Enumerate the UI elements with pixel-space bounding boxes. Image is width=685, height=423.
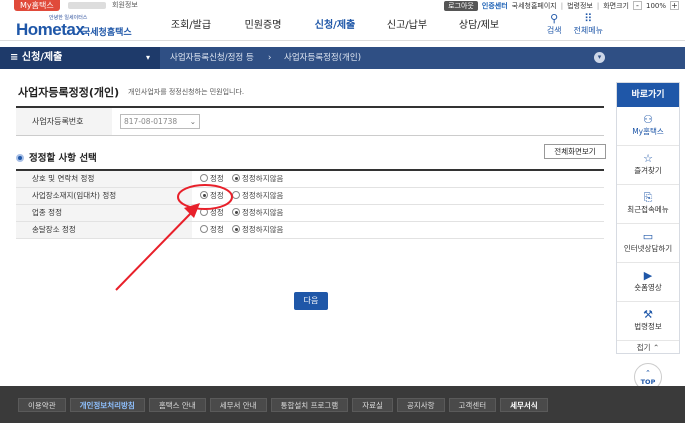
quick-my-hometax[interactable]: ⚇ My홈택스 (617, 107, 679, 146)
quick-shorts[interactable]: ▶ 숏폼영상 (617, 263, 679, 302)
radio-location-correct[interactable]: 정정 (200, 191, 224, 201)
footer-taxoffice-guide[interactable]: 세무서 안내 (209, 398, 267, 412)
radio-location-no-correct[interactable]: 정정하지않음 (232, 191, 283, 201)
footer-install[interactable]: 통합설치 프로그램 (270, 398, 349, 412)
header: 안녕한 일세이터스 Hometax 국세청홈택스 조회/발급 민원증명 신청/제… (0, 11, 685, 41)
main-content: 사업자등록정정(개인) 개인사업자를 정정신청하는 민원입니다. 사업자등록번호… (16, 80, 606, 380)
footer-privacy[interactable]: 개인정보처리방침 (69, 398, 145, 412)
nav-certificate[interactable]: 민원증명 (227, 11, 299, 41)
quick-menu-title: 바로가기 (617, 83, 679, 107)
full-screen-button[interactable]: 전체화면보기 (544, 144, 606, 159)
location-current[interactable]: ≡ 신청/제출 ▾ (0, 47, 160, 69)
logout-button[interactable]: 로그아웃 (444, 0, 478, 11)
logo-korean: 국세청홈택스 (82, 28, 132, 38)
radio-name-no-correct[interactable]: 정정하지않음 (232, 174, 283, 184)
zoom-in-button[interactable]: + (670, 1, 679, 10)
hometax-logo[interactable]: 안녕한 일세이터스 Hometax 국세청홈택스 (16, 14, 136, 39)
page-description: 개인사업자를 정정신청하는 민원입니다. (128, 88, 245, 96)
radio-industry-no-correct[interactable]: 정정하지않음 (232, 208, 283, 218)
cert-center-link[interactable]: 인증센터 (482, 1, 508, 11)
utility-bar: My홈택스 회원정보 로그아웃 인증센터 국세청홈페이지 | 법령정보 | 화면… (0, 0, 685, 11)
nav-application[interactable]: 신청/제출 (299, 11, 371, 41)
quick-menu: 바로가기 ⚇ My홈택스 ☆ 즐겨찾기 ⎘ 최근접속메뉴 ▭ 인터넷상담하기 ▶… (616, 82, 680, 354)
logo-text: Hometax (16, 20, 85, 39)
quick-consult[interactable]: ▭ 인터넷상담하기 (617, 224, 679, 263)
zoom-label: 화면크기 (603, 1, 629, 10)
radio-delivery-correct[interactable]: 정정 (200, 225, 224, 235)
footer-customer-center[interactable]: 고객센터 (448, 398, 497, 412)
gavel-icon: ⚒ (643, 308, 653, 321)
my-hometax-badge[interactable]: My홈택스 (14, 0, 60, 11)
radio-delivery-no-correct[interactable]: 정정하지않음 (232, 225, 283, 235)
all-menu-button[interactable]: ⠿ 전체메뉴 (574, 13, 603, 36)
footer: 이용약관 개인정보처리방침 홈택스 안내 세무서 안내 통합설치 프로그램 자료… (0, 386, 685, 423)
page-title: 사업자등록정정(개인) (18, 86, 120, 99)
option-row-delivery: 송달장소 정정 정정 정정하지않음 (16, 222, 604, 239)
menu-icon: ≡ (10, 52, 19, 63)
next-button[interactable]: 다음 (294, 292, 328, 310)
option-row-name: 상호 및 연락처 정정 정정 정정하지않음 (16, 171, 604, 188)
section-title: 정정할 사항 선택 (16, 150, 97, 164)
monitor-icon: ▭ (642, 230, 654, 243)
location-bar: ≡ 신청/제출 ▾ 사업자등록신청/정정 등 › 사업자등록정정(개인) ▾ (0, 47, 685, 69)
bizno-label: 사업자등록번호 (16, 108, 112, 135)
quick-recent[interactable]: ⎘ 최근접속메뉴 (617, 185, 679, 224)
bizno-select[interactable]: 817-08-01738 ⌄ (120, 114, 200, 129)
radio-industry-correct[interactable]: 정정 (200, 208, 224, 218)
bizno-section: 사업자등록번호 817-08-01738 ⌄ (16, 106, 604, 136)
zoom-out-button[interactable]: - (632, 1, 642, 10)
bullet-icon (16, 154, 24, 162)
play-icon: ▶ (643, 269, 653, 282)
user-name-redacted (68, 2, 106, 9)
chevron-up-icon: ⌃ (652, 343, 660, 352)
quick-fold-button[interactable]: 접기 ⌃ (617, 341, 679, 355)
radio-name-correct[interactable]: 정정 (200, 174, 224, 184)
zoom-value: 100% (645, 1, 666, 10)
option-row-location: 사업장소재지(임대차) 정정 정정 정정하지않음 (16, 188, 604, 205)
recent-icon: ⎘ (643, 191, 653, 204)
footer-hometax-guide[interactable]: 홈택스 안내 (148, 398, 206, 412)
footer-notice[interactable]: 공지사항 (396, 398, 445, 412)
option-table: 상호 및 연락처 정정 정정 정정하지않음 사업장소재지(임대차) 정정 정정 … (16, 169, 604, 239)
chevron-down-icon: ⌄ (189, 117, 196, 126)
caret-down-icon: ▾ (145, 53, 150, 62)
location-expand-icon[interactable]: ▾ (594, 52, 605, 63)
breadcrumb-separator-icon: › (268, 53, 272, 63)
quick-favorites[interactable]: ☆ 즐겨찾기 (617, 146, 679, 185)
national-tax-home-link[interactable]: 국세청홈페이지 (512, 1, 557, 11)
nav-filing[interactable]: 신고/납부 (371, 11, 443, 41)
nav-inquiry[interactable]: 조회/발급 (155, 11, 227, 41)
breadcrumb-level2[interactable]: 사업자등록정정(개인) (284, 47, 361, 69)
search-icon: ⚲ (550, 12, 559, 25)
arrow-up-icon: ⌃ (645, 369, 651, 377)
footer-archive[interactable]: 자료실 (352, 398, 393, 412)
member-info-link[interactable]: 회원정보 (112, 0, 138, 11)
option-row-industry: 업종 정정 정정 정정하지않음 (16, 205, 604, 222)
nav-consult[interactable]: 상담/제보 (443, 11, 515, 41)
search-button[interactable]: ⚲ 검색 (547, 13, 562, 36)
main-nav: 조회/발급 민원증명 신청/제출 신고/납부 상담/제보 (155, 11, 515, 41)
footer-tax-forms[interactable]: 세무서식 (500, 398, 548, 412)
footer-terms[interactable]: 이용약관 (18, 398, 66, 412)
person-icon: ⚇ (643, 113, 653, 126)
breadcrumb-level1[interactable]: 사업자등록신청/정정 등 (170, 47, 254, 69)
quick-law[interactable]: ⚒ 법령정보 (617, 302, 679, 341)
law-info-link[interactable]: 법령정보 (567, 1, 593, 11)
star-icon: ☆ (643, 152, 653, 165)
grid-icon: ⠿ (584, 12, 593, 25)
